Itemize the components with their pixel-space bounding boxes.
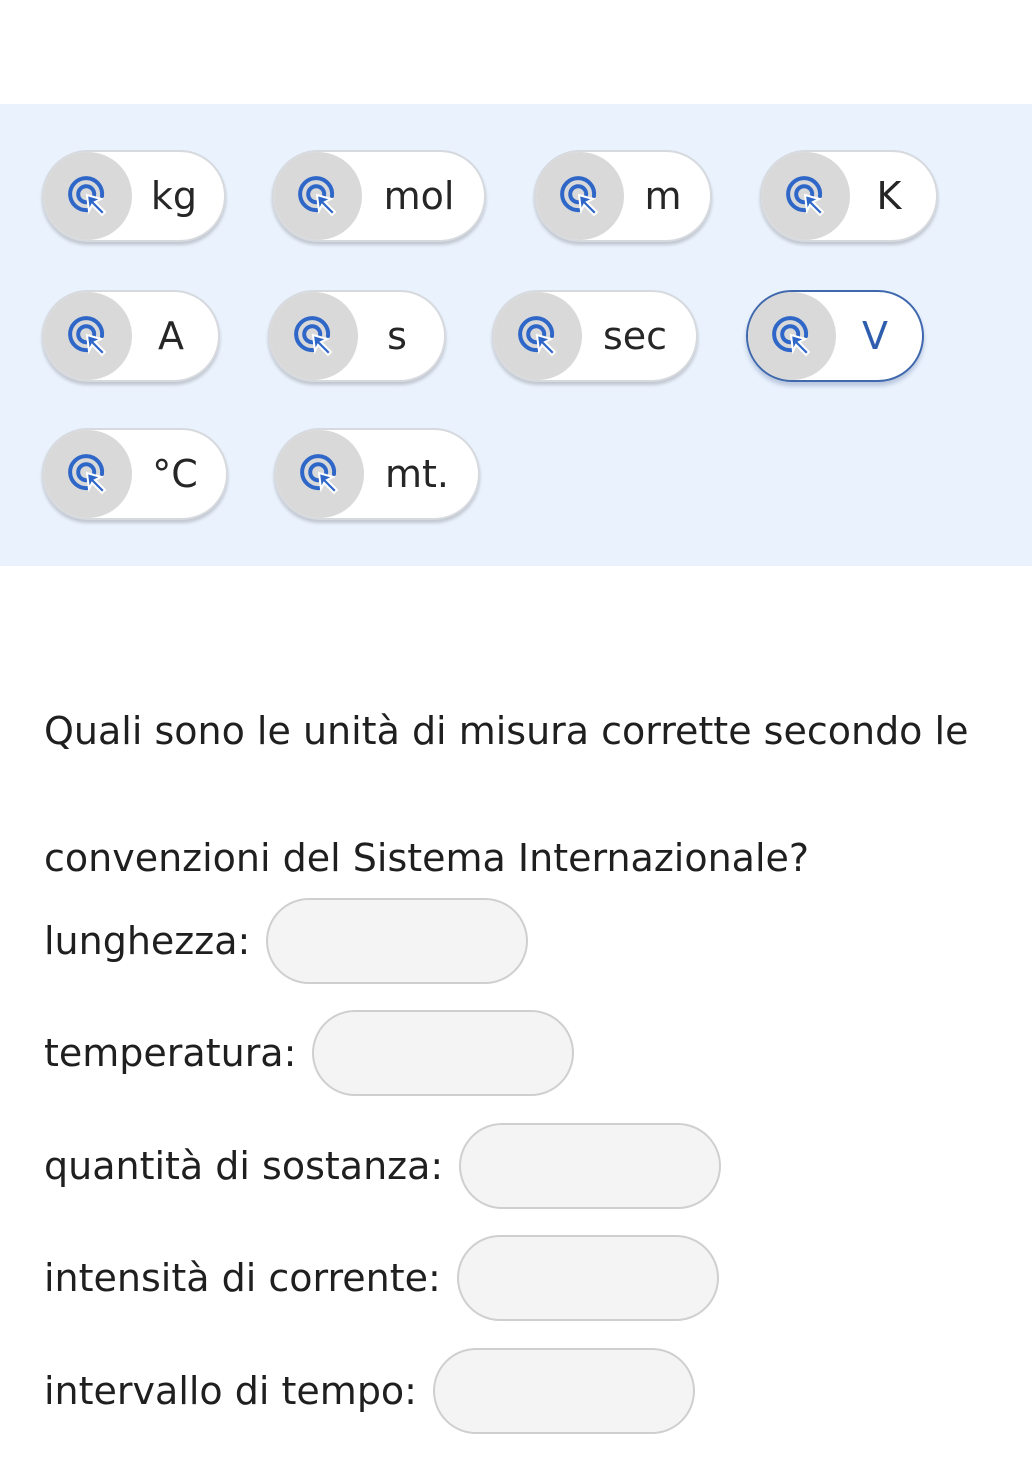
answer-row-quantita: quantità di sostanza: bbox=[44, 1122, 722, 1210]
chip-sec[interactable]: sec bbox=[492, 290, 698, 382]
answer-chip-tray: kg mol m K A s sec V °C mt. bbox=[0, 104, 1032, 566]
chip-label: mt. bbox=[385, 452, 449, 496]
chip-mol[interactable]: mol bbox=[272, 150, 486, 242]
answer-row-temperatura: temperatura: bbox=[44, 1009, 575, 1097]
drag-cursor-icon bbox=[274, 152, 362, 240]
drag-cursor-icon bbox=[276, 430, 364, 518]
chip-s[interactable]: s bbox=[268, 290, 446, 382]
row-label: lunghezza: bbox=[44, 919, 251, 963]
question-text: Quali sono le unità di misura corrette s… bbox=[44, 709, 969, 880]
drag-cursor-icon bbox=[270, 292, 358, 380]
chip-label: sec bbox=[602, 314, 668, 358]
chip-A[interactable]: A bbox=[42, 290, 220, 382]
drag-cursor-icon bbox=[762, 152, 850, 240]
row-label: intervallo di tempo: bbox=[44, 1369, 417, 1413]
chip-label: mol bbox=[383, 174, 455, 218]
chip-kg[interactable]: kg bbox=[42, 150, 226, 242]
row-label: quantità di sostanza: bbox=[44, 1144, 444, 1188]
drop-zone[interactable] bbox=[459, 1123, 722, 1209]
row-label: intensità di corrente: bbox=[44, 1256, 441, 1300]
drop-zone[interactable] bbox=[312, 1010, 575, 1096]
drag-cursor-icon bbox=[748, 292, 836, 380]
chip-label: m bbox=[644, 174, 682, 218]
answer-row-lunghezza: lunghezza: bbox=[44, 897, 529, 985]
drop-zone[interactable] bbox=[433, 1348, 695, 1434]
answer-row-intensita: intensità di corrente: bbox=[44, 1234, 719, 1322]
chip-mt[interactable]: mt. bbox=[274, 428, 480, 520]
row-label: temperatura: bbox=[44, 1031, 297, 1075]
chip-celsius[interactable]: °C bbox=[42, 428, 228, 520]
chip-label: kg bbox=[150, 174, 198, 218]
drop-zone[interactable] bbox=[266, 898, 529, 984]
drag-cursor-icon bbox=[44, 152, 132, 240]
drag-cursor-icon bbox=[536, 152, 624, 240]
chip-label: s bbox=[387, 314, 407, 358]
drag-cursor-icon bbox=[44, 292, 132, 380]
chip-label: A bbox=[158, 314, 184, 358]
chip-label: V bbox=[862, 314, 888, 358]
answer-row-intervallo: intervallo di tempo: bbox=[44, 1347, 695, 1435]
drop-zone[interactable] bbox=[456, 1235, 719, 1321]
drag-cursor-icon bbox=[44, 430, 132, 518]
drag-cursor-icon bbox=[494, 292, 582, 380]
chip-label: °C bbox=[152, 452, 198, 496]
chip-m[interactable]: m bbox=[534, 150, 712, 242]
chip-V[interactable]: V bbox=[746, 290, 924, 382]
chip-label: K bbox=[876, 174, 902, 218]
chip-K[interactable]: K bbox=[760, 150, 938, 242]
